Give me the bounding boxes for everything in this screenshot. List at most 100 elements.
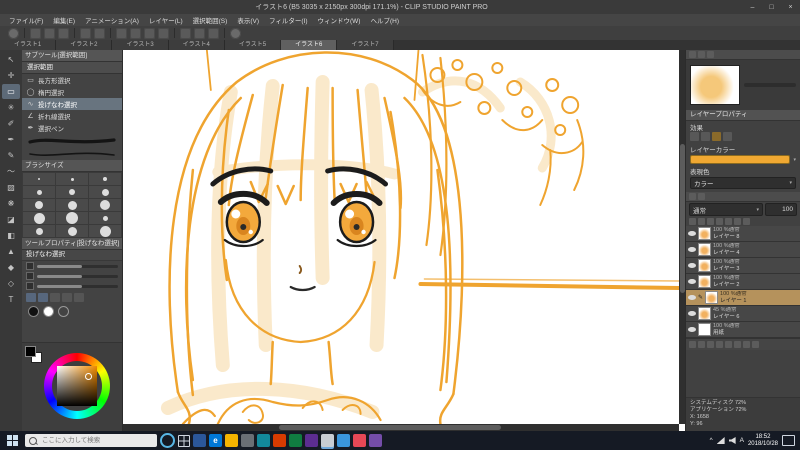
app-icon[interactable] <box>337 434 350 447</box>
sub-color-swatch[interactable] <box>43 306 54 317</box>
document-tab-active[interactable]: イラスト6 <box>281 40 338 50</box>
brush-size-cell[interactable] <box>89 212 121 224</box>
navigator-tab-icon[interactable] <box>689 51 696 58</box>
hide-palettes-icon[interactable] <box>8 27 19 39</box>
property-slider[interactable] <box>37 274 118 278</box>
eyedropper-tool-icon[interactable]: ✐ <box>2 116 20 131</box>
app-icon[interactable] <box>257 434 270 447</box>
border-effect-icon[interactable] <box>690 132 699 141</box>
layer-search-tab-icon[interactable] <box>698 193 705 200</box>
subview-tab-icon[interactable] <box>698 51 705 58</box>
tone-effect-icon[interactable] <box>701 132 710 141</box>
save-icon[interactable] <box>58 27 69 39</box>
taskbar-search-box[interactable] <box>25 434 157 447</box>
network-icon[interactable] <box>716 437 725 444</box>
checkbox-icon[interactable] <box>26 272 34 280</box>
app-icon[interactable] <box>289 434 302 447</box>
delete-layer-icon[interactable] <box>752 341 759 348</box>
subtool-polyline-select[interactable]: ∠ 折れ線選択 <box>22 110 122 122</box>
new-selection-icon[interactable] <box>26 293 36 302</box>
visibility-eye-icon[interactable] <box>688 247 696 252</box>
apply-mask-icon[interactable] <box>743 341 750 348</box>
brush-size-cell[interactable] <box>23 225 55 237</box>
zoom-in-icon[interactable] <box>180 27 191 39</box>
navigator-zoom-slider[interactable] <box>744 83 796 87</box>
zoom-out-icon[interactable] <box>194 27 205 39</box>
document-tab[interactable]: イラスト5 <box>224 40 282 50</box>
search-input[interactable] <box>40 436 153 445</box>
move-tool-icon[interactable]: ✛ <box>2 68 20 83</box>
property-slider[interactable] <box>37 264 118 268</box>
layer-row[interactable]: 100 %通常 レイヤー 4 <box>686 242 800 258</box>
layer-row[interactable]: 100 %通常 レイヤー 8 <box>686 226 800 242</box>
layer-row[interactable]: 100 %通常 レイヤー 3 <box>686 258 800 274</box>
checkbox-icon[interactable] <box>26 262 34 270</box>
document-tab[interactable]: イラスト4 <box>168 40 225 50</box>
minimize-button[interactable]: – <box>743 0 762 14</box>
intersect-selection-icon[interactable] <box>62 293 72 302</box>
open-file-icon[interactable] <box>44 27 55 39</box>
selection-tool-icon[interactable]: ▭ <box>2 84 20 99</box>
add-selection-icon[interactable] <box>38 293 48 302</box>
close-button[interactable]: × <box>781 0 800 14</box>
app-icon[interactable] <box>353 434 366 447</box>
navigator-thumbnail[interactable] <box>690 65 740 105</box>
menu-window[interactable]: ウィンドウ(W) <box>313 15 366 25</box>
menu-help[interactable]: ヘルプ(H) <box>365 15 404 25</box>
app-icon[interactable] <box>305 434 318 447</box>
layer-tab-icon[interactable] <box>689 193 696 200</box>
canvas[interactable] <box>123 50 686 431</box>
checkbox-icon[interactable] <box>26 282 34 290</box>
app-icon[interactable] <box>369 434 382 447</box>
volume-icon[interactable] <box>728 437 736 444</box>
clip-studio-paint-icon[interactable] <box>321 434 334 447</box>
grid-icon[interactable] <box>208 27 219 39</box>
brush-size-cell[interactable] <box>89 173 121 185</box>
document-tab[interactable]: イラスト2 <box>56 40 113 50</box>
brush-size-cell[interactable] <box>23 199 55 211</box>
app-icon[interactable] <box>241 434 254 447</box>
transfer-icon[interactable] <box>716 341 723 348</box>
taskbar-clock[interactable]: 18:52 2018/10/28 <box>748 434 778 448</box>
document-tab[interactable]: イラスト7 <box>337 40 394 50</box>
subtool-ellipse-select[interactable]: ◯ 楕円選択 <box>22 86 122 98</box>
black-swatch[interactable] <box>25 346 36 357</box>
visibility-eye-icon[interactable] <box>688 231 696 236</box>
blend-mode-select[interactable]: 通常 ▾ <box>689 203 763 216</box>
gradient-tool-icon[interactable]: ◆ <box>2 260 20 275</box>
operation-tool-icon[interactable]: ↖ <box>2 52 20 67</box>
document-tab[interactable]: イラスト1 <box>0 40 57 50</box>
eraser-tool-icon[interactable]: ◪ <box>2 212 20 227</box>
brush-size-cell[interactable] <box>89 225 121 237</box>
visibility-eye-icon[interactable] <box>688 311 696 316</box>
subtool-group-label[interactable]: 選択範囲 <box>22 62 122 74</box>
app-icon[interactable] <box>273 434 286 447</box>
brush-size-cell[interactable] <box>56 225 88 237</box>
clip-icon[interactable] <box>707 218 714 225</box>
menu-edit[interactable]: 編集(E) <box>48 15 80 25</box>
visibility-eye-icon[interactable] <box>688 263 696 268</box>
subtool-selection-pen[interactable]: ✒ 選択ペン <box>22 122 122 134</box>
brush-size-cell[interactable] <box>23 173 55 185</box>
brush-size-cell[interactable] <box>56 199 88 211</box>
brush-size-cell[interactable] <box>56 173 88 185</box>
brush-size-cell[interactable] <box>56 186 88 198</box>
layer-color-effect-icon[interactable] <box>712 132 721 141</box>
text-tool-icon[interactable]: T <box>2 292 20 307</box>
exclude-selection-icon[interactable] <box>74 293 84 302</box>
visibility-eye-icon[interactable] <box>688 327 696 332</box>
brush-size-cell[interactable] <box>89 199 121 211</box>
delete-icon[interactable] <box>116 27 127 39</box>
chevron-down-icon[interactable]: ▾ <box>793 157 796 163</box>
airbrush-tool-icon[interactable]: ▨ <box>2 180 20 195</box>
brush-tool-icon[interactable]: ～ <box>2 164 20 179</box>
figure-tool-icon[interactable]: ◇ <box>2 276 20 291</box>
blend-tool-icon[interactable]: ◧ <box>2 228 20 243</box>
reference-icon[interactable] <box>716 218 723 225</box>
menu-selection[interactable]: 選択範囲(S) <box>188 15 233 25</box>
mask-layer-icon[interactable] <box>734 341 741 348</box>
menu-animation[interactable]: アニメーション(A) <box>80 15 144 25</box>
tray-expand-chevron[interactable]: ^ <box>710 437 713 444</box>
brush-size-cell[interactable] <box>89 186 121 198</box>
expression-color-select[interactable]: カラー ▾ <box>690 177 796 189</box>
